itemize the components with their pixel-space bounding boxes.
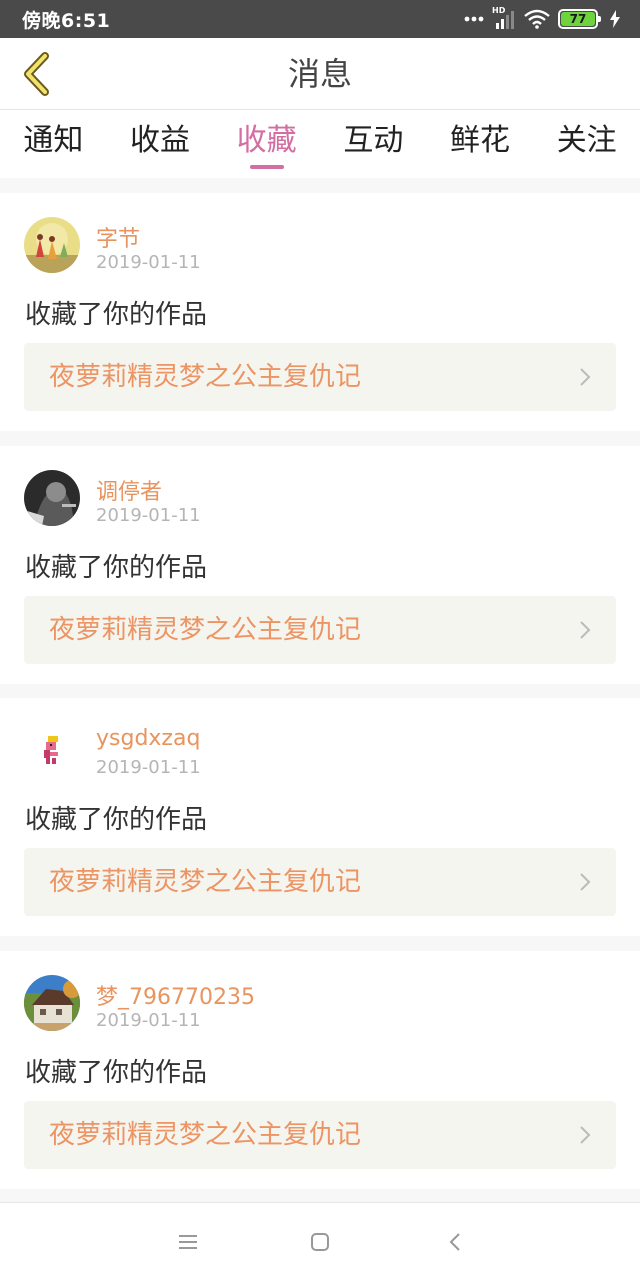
message-card: ysgdxzaq 2019-01-11 收藏了你的作品夜萝莉精灵梦之公主复仇记: [0, 698, 640, 936]
message-date: 2019-01-11: [96, 1009, 201, 1031]
action-text: 收藏了你的作品: [25, 805, 208, 835]
charging-icon: [610, 10, 620, 28]
menu-button[interactable]: [176, 1230, 200, 1254]
tab-0[interactable]: 通知: [0, 110, 107, 178]
work-title: 夜萝莉精灵梦之公主复仇记: [49, 1119, 362, 1150]
tab-label: 通知: [23, 123, 84, 158]
work-link[interactable]: 夜萝莉精灵梦之公主复仇记: [24, 343, 616, 411]
battery-icon: 77: [558, 9, 601, 29]
tab-label: 关注: [556, 123, 617, 158]
signal-icon: HD: [492, 6, 516, 29]
chevron-right-icon: [578, 1125, 592, 1145]
chevron-right-icon: [578, 367, 592, 387]
wifi-icon: [524, 9, 550, 29]
header: 消息: [0, 38, 640, 110]
home-button[interactable]: [308, 1230, 332, 1254]
avatar[interactable]: [24, 974, 80, 1031]
username[interactable]: 调停者: [96, 474, 162, 506]
work-title: 夜萝莉精灵梦之公主复仇记: [49, 614, 362, 645]
system-nav-bar: [0, 1202, 640, 1280]
message-card: 字节 2019-01-11 收藏了你的作品夜萝莉精灵梦之公主复仇记: [0, 193, 640, 431]
tab-3[interactable]: 互动: [320, 110, 427, 178]
work-link[interactable]: 夜萝莉精灵梦之公主复仇记: [24, 595, 616, 664]
back-icon: [449, 1233, 460, 1251]
tab-bar: 通知 收益 收藏 互动 鲜花 关注: [0, 110, 640, 178]
message-date: 2019-01-11: [96, 252, 201, 273]
work-link[interactable]: 夜萝莉精灵梦之公主复仇记: [24, 848, 616, 916]
tab-label: 收藏: [236, 123, 297, 158]
page-title: 消息: [287, 55, 352, 93]
tab-label: 收益: [130, 123, 190, 158]
tab-1[interactable]: 收益: [107, 110, 214, 178]
message-card: 调停者 2019-01-11 收藏了你的作品夜萝莉精灵梦之公主复仇记: [0, 445, 640, 684]
status-time: 傍晚6:51: [22, 9, 111, 32]
tab-label: 互动: [343, 123, 404, 158]
battery-level: 77: [561, 12, 595, 26]
work-link[interactable]: 夜萝莉精灵梦之公主复仇记: [24, 1100, 616, 1169]
avatar[interactable]: [24, 217, 80, 273]
home-icon: [311, 1233, 329, 1251]
username[interactable]: ysgdxzaq: [96, 726, 200, 751]
tab-2[interactable]: 收藏: [213, 110, 320, 178]
message-list: 字节 2019-01-11 收藏了你的作品 夜萝莉精灵梦之公主复仇记 调停者 2019-0…: [0, 178, 640, 1202]
action-text: 收藏了你的作品: [25, 552, 208, 583]
chevron-right-icon: [578, 872, 592, 892]
username[interactable]: 梦_796770235: [96, 979, 255, 1011]
tab-5[interactable]: 关注: [533, 110, 640, 178]
active-tab-indicator: [249, 165, 284, 169]
tab-4[interactable]: 鲜花: [427, 110, 534, 178]
message-card: 梦_796770235 2019-01-11 收藏了你的作品夜萝莉精灵梦之公主复仇记: [0, 950, 640, 1189]
action-text: 收藏了你的作品: [25, 300, 208, 330]
menu-icon: [179, 1235, 197, 1249]
action-text: 收藏了你的作品: [25, 1057, 208, 1088]
username[interactable]: 字节: [96, 221, 140, 253]
message-date: 2019-01-11: [96, 757, 201, 778]
chevron-right-icon: [578, 620, 592, 640]
message-date: 2019-01-11: [96, 504, 201, 526]
avatar[interactable]: [24, 722, 80, 778]
more-dots-icon: [464, 16, 484, 22]
avatar[interactable]: [24, 469, 80, 526]
work-title: 夜萝莉精灵梦之公主复仇记: [49, 362, 362, 392]
status-bar: 傍晚6:51 HD 77: [0, 0, 640, 38]
status-icons: HD 77: [464, 6, 620, 29]
system-back-button[interactable]: [443, 1230, 467, 1254]
work-title: 夜萝莉精灵梦之公主复仇记: [49, 867, 362, 897]
tab-label: 鲜花: [450, 123, 511, 158]
